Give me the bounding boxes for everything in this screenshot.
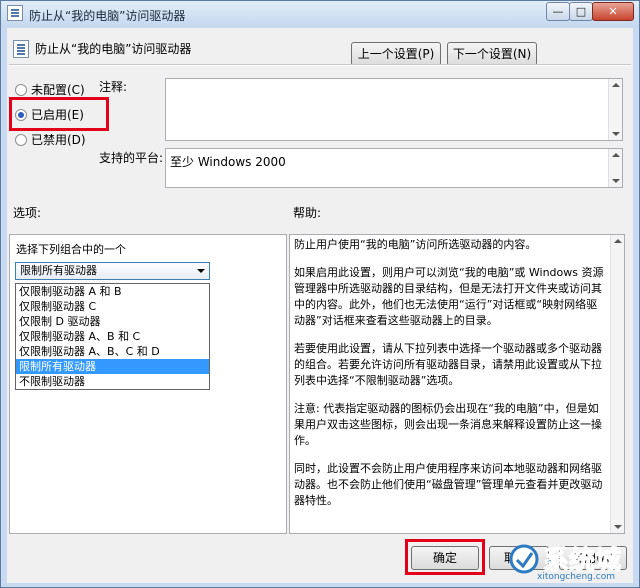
radio-circle[interactable] <box>15 134 27 146</box>
comment-label: 注释: <box>99 80 128 94</box>
dropdown-option[interactable]: 不限制驱动器 <box>16 374 209 389</box>
help-label: 帮助: <box>293 206 322 220</box>
options-panel: 选择下列组合中的一个 限制所有驱动器 仅限制驱动器 A 和 B 仅限制驱动器 C… <box>9 234 287 534</box>
scroll-up-icon[interactable] <box>612 153 620 157</box>
dropdown-option-selected[interactable]: 限制所有驱动器 <box>16 359 209 374</box>
help-scrollbar[interactable] <box>610 235 624 533</box>
dropdown-option[interactable]: 仅限制驱动器 A、B 和 C <box>16 329 209 344</box>
options-label: 选项: <box>13 206 42 220</box>
help-paragraph: 若要使用此设置，请从下拉列表中选择一个驱动器或多个驱动器的组合。若要允许访问所有… <box>294 342 602 387</box>
dropdown-selected-value: 限制所有驱动器 <box>20 264 97 277</box>
help-paragraph: 注意: 代表指定驱动器的图标仍会出现在“我的电脑”中，但是如果用户双击这些图标，… <box>294 402 602 447</box>
scroll-down-icon[interactable] <box>612 179 620 183</box>
radio-disabled[interactable]: 已禁用(D) <box>15 132 86 148</box>
window-title: 防止从“我的电脑”访问驱动器 <box>29 9 186 23</box>
dropdown-option[interactable]: 仅限制驱动器 A、B、C 和 D <box>16 344 209 359</box>
watermark-logo-icon <box>509 544 539 574</box>
scroll-up-icon[interactable] <box>614 239 622 243</box>
comment-scrollbar[interactable] <box>608 79 622 140</box>
radio-circle[interactable] <box>15 84 27 96</box>
highlight-box-enabled <box>9 97 109 131</box>
dialog-body: 防止从“我的电脑”访问驱动器 上一个设置(P) 下一个设置(N) 未配置(C) … <box>7 28 633 583</box>
platform-value: 至少 Windows 2000 <box>170 155 286 169</box>
dropdown-list[interactable]: 仅限制驱动器 A 和 B 仅限制驱动器 C 仅限制 D 驱动器 仅限制驱动器 A… <box>15 283 210 390</box>
scroll-down-icon[interactable] <box>614 525 622 529</box>
setting-title: 防止从“我的电脑”访问驱动器 <box>35 42 192 56</box>
scroll-down-icon[interactable] <box>612 132 620 136</box>
help-panel: 防止用户使用“我的电脑”访问所选驱动器的内容。 如果启用此设置，则用户可以浏览“… <box>289 234 625 534</box>
next-setting-button[interactable]: 下一个设置(N) <box>447 42 537 66</box>
title-bar[interactable]: 防止从“我的电脑”访问驱动器 — □ ✕ <box>1 1 639 27</box>
platform-label: 支持的平台: <box>99 151 164 165</box>
highlight-box-ok <box>405 539 485 575</box>
chevron-down-icon[interactable] <box>197 269 205 273</box>
scroll-up-icon[interactable] <box>612 83 620 87</box>
radio-label: 已禁用(D) <box>31 133 86 147</box>
drive-restriction-dropdown[interactable]: 限制所有驱动器 <box>15 262 210 280</box>
dropdown-option[interactable]: 仅限制驱动器 A 和 B <box>16 284 209 299</box>
help-paragraph: 同时，此设置不会防止用户使用程序来访问本地驱动器和网络驱动器。也不会防止他们使用… <box>294 462 603 507</box>
comment-textarea[interactable] <box>165 78 623 141</box>
platform-field: 至少 Windows 2000 <box>165 148 623 188</box>
policy-setting-icon <box>7 5 23 21</box>
radio-not-configured[interactable]: 未配置(C) <box>15 82 85 98</box>
policy-dialog-window: 防止从“我的电脑”访问驱动器 — □ ✕ 防止从“我的电脑”访问驱动器 上一个设… <box>0 0 640 588</box>
platform-scrollbar[interactable] <box>608 149 622 187</box>
help-paragraph: 如果启用此设置，则用户可以浏览“我的电脑”或 Windows 资源管理器中所选驱… <box>294 266 604 327</box>
radio-label: 未配置(C) <box>31 83 85 97</box>
previous-setting-button[interactable]: 上一个设置(P) <box>351 42 441 66</box>
dropdown-option[interactable]: 仅限制 D 驱动器 <box>16 314 209 329</box>
policy-setting-icon <box>13 40 29 58</box>
header-divider <box>9 64 631 66</box>
dropdown-option[interactable]: 仅限制驱动器 C <box>16 299 209 314</box>
watermark-url: xitongcheng.com <box>537 572 615 582</box>
combo-caption: 选择下列组合中的一个 <box>16 243 126 256</box>
watermark: 系统城 xitongcheng.com <box>507 538 633 583</box>
help-text: 防止用户使用“我的电脑”访问所选驱动器的内容。 如果启用此设置，则用户可以浏览“… <box>294 237 607 521</box>
minimize-button[interactable]: — <box>546 2 570 21</box>
close-button[interactable]: ✕ <box>592 2 634 21</box>
help-paragraph: 防止用户使用“我的电脑”访问所选驱动器的内容。 <box>294 238 537 251</box>
maximize-button[interactable]: □ <box>569 2 593 21</box>
